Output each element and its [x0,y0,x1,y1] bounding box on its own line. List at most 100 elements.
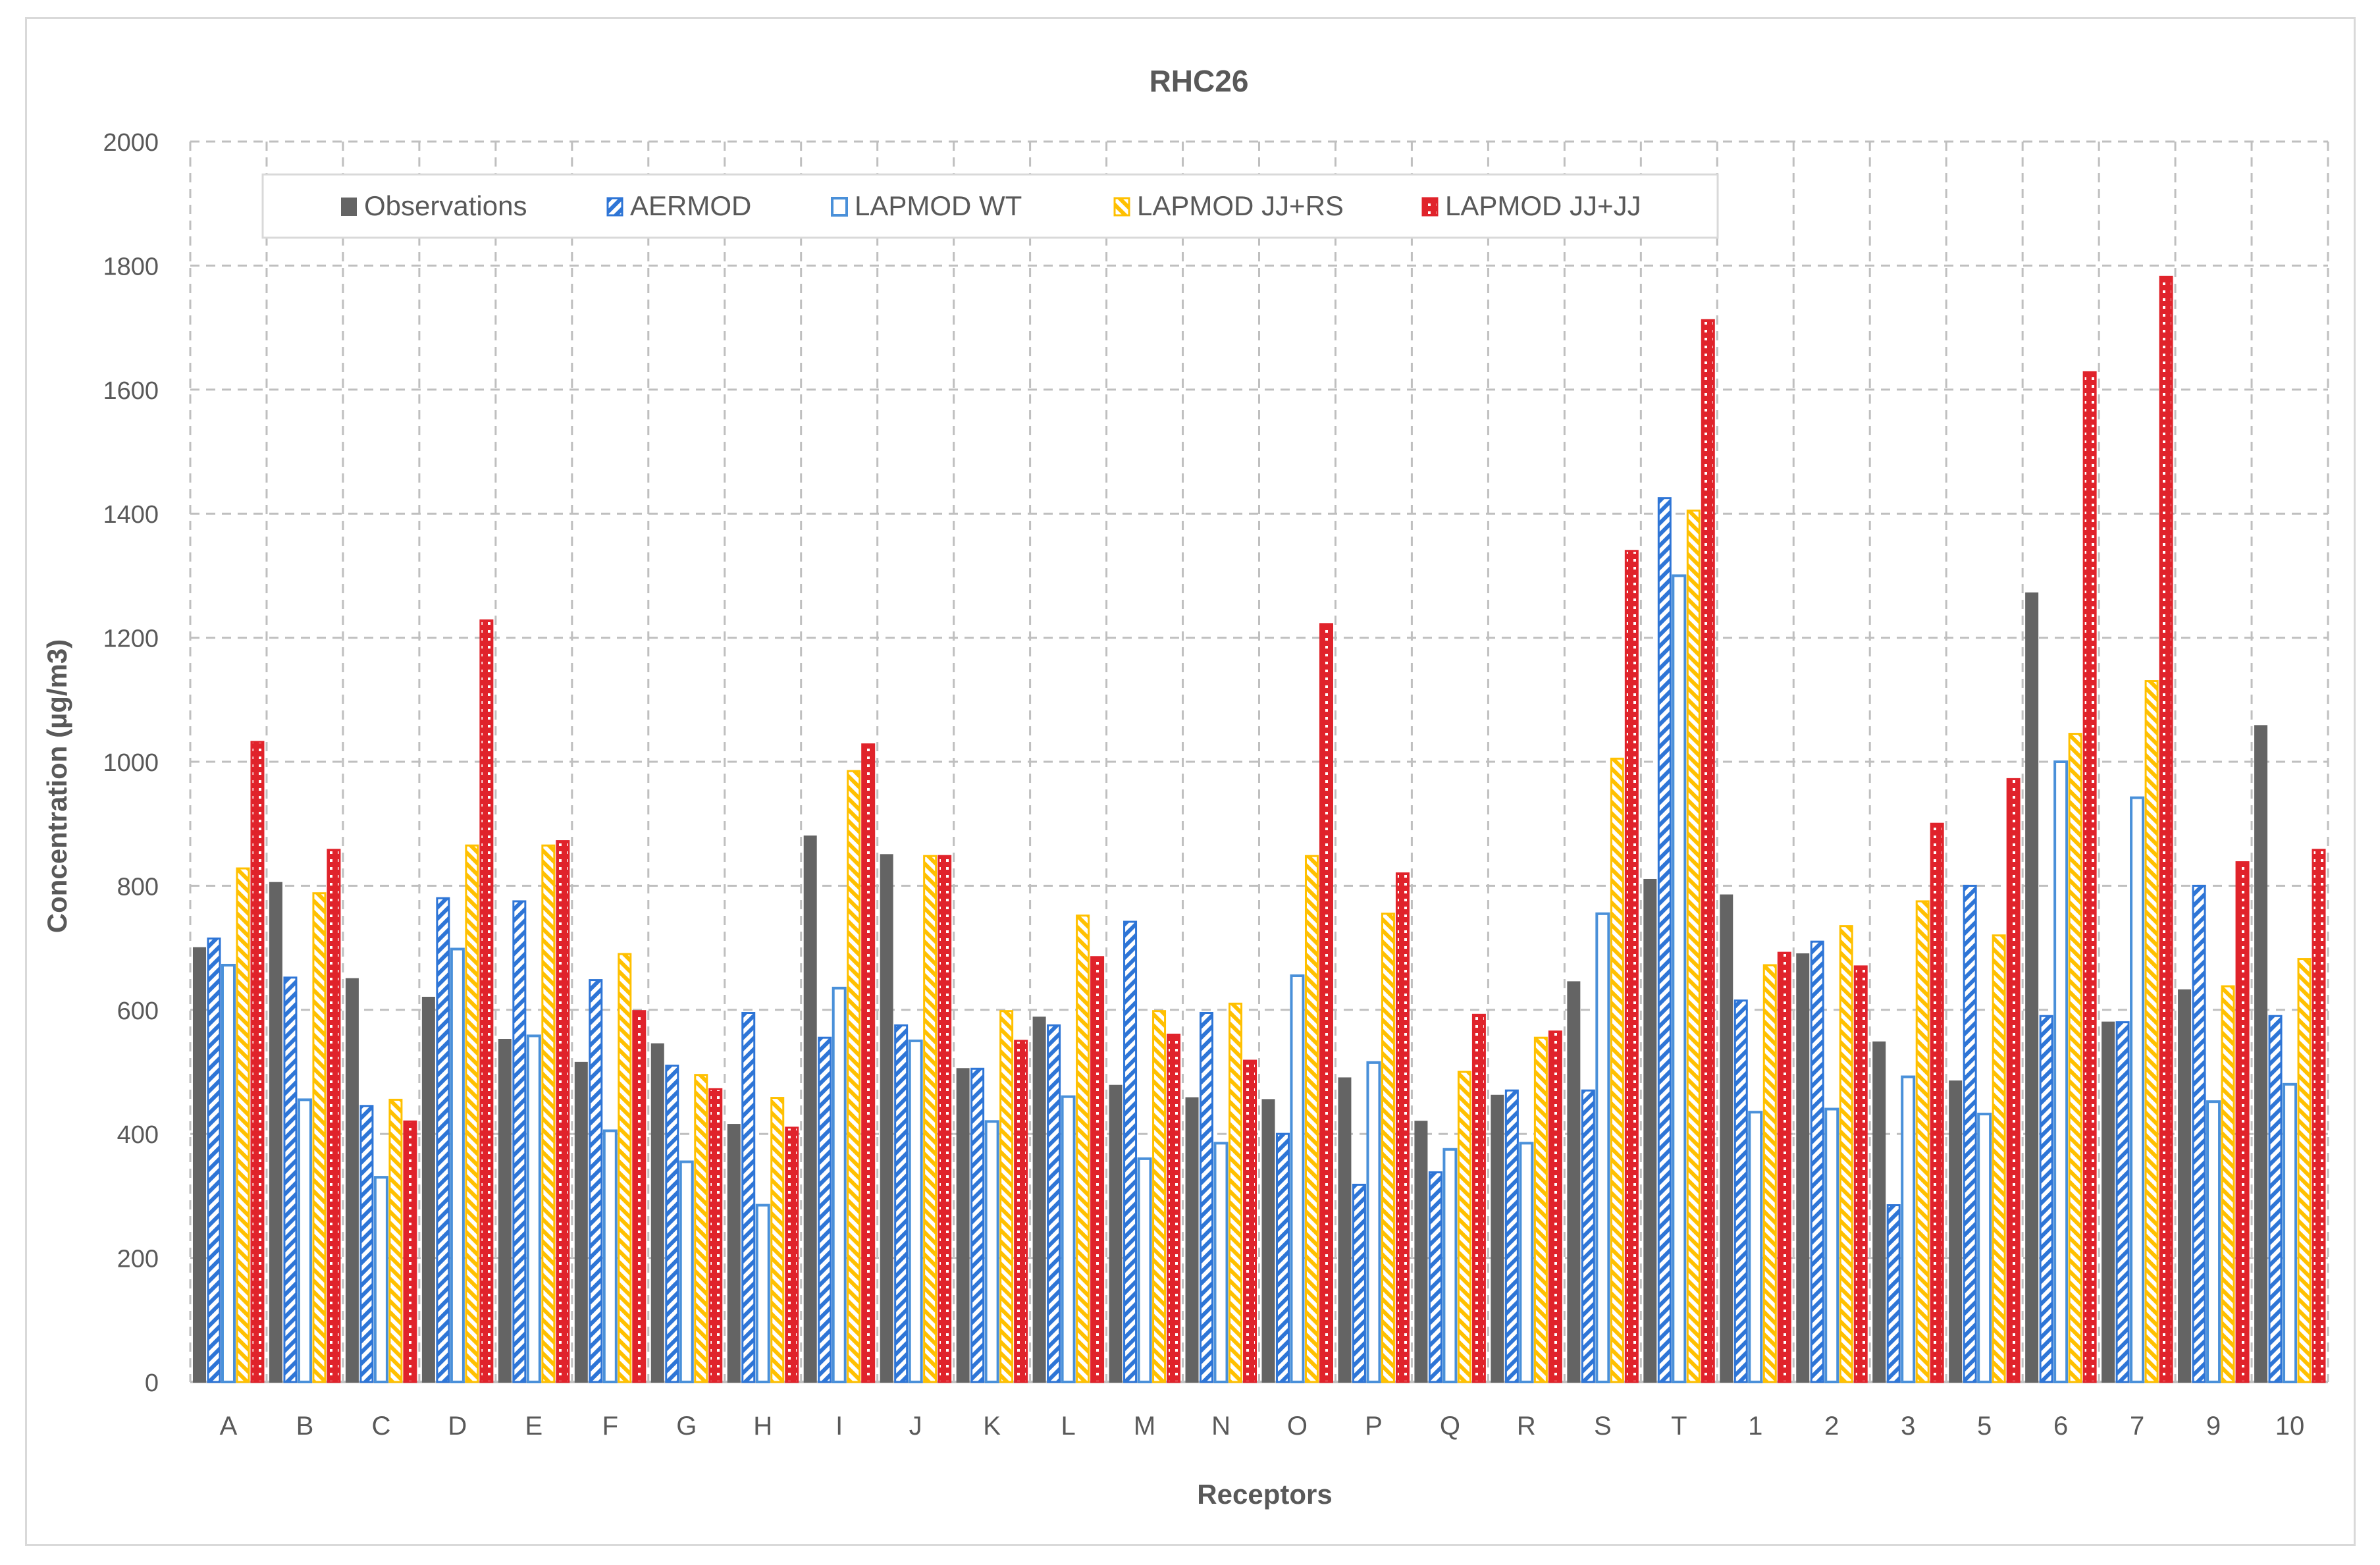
x-tick-label: 2 [1824,1412,1839,1441]
chart-frame: RHC26 0 200 400 600 800 1000 1200 1400 1600 1800 2… [25,17,2356,1546]
bar-observations-L [1032,1017,1046,1383]
bar-lapmod-jj-rs-G [694,1074,708,1383]
bar-lapmod-jj-jj-D [479,619,494,1383]
x-tick-label: B [296,1412,314,1441]
bar-aermod-5 [1963,884,1977,1383]
bar-lapmod-jj-jj-5 [2006,778,2021,1383]
bar-aermod-S [1581,1089,1595,1383]
x-tick-label: D [448,1412,467,1441]
bar-observations-5 [1949,1080,1963,1383]
bar-lapmod-wt-A [221,963,236,1383]
bar-lapmod-jj-rs-6 [2068,733,2082,1383]
bar-aermod-T [1657,497,1672,1383]
bar-lapmod-jj-jj-M [1167,1033,1181,1383]
bar-observations-1 [1720,894,1733,1383]
x-tick-label: C [371,1412,390,1441]
bar-lapmod-jj-rs-I [847,770,861,1383]
bar-lapmod-jj-rs-P [1381,913,1395,1383]
bar-observations-H [727,1124,741,1383]
bar-aermod-A [207,937,221,1383]
bar-lapmod-jj-jj-N [1243,1059,1257,1383]
bar-lapmod-jj-rs-S [1610,757,1624,1383]
x-tick-label: 7 [2130,1412,2144,1441]
y-tick-label: 400 [117,1121,159,1149]
bar-lapmod-jj-rs-D [465,844,479,1383]
y-tick-label: 1000 [103,749,159,777]
legend-label: Observations [364,190,527,221]
bar-lapmod-wt-H [755,1204,770,1384]
bar-aermod-J [894,1024,909,1383]
x-tick-label: 1 [1748,1412,1762,1441]
bar-lapmod-jj-jj-E [556,840,570,1383]
bar-aermod-10 [2268,1015,2283,1383]
x-tick-label: 9 [2206,1412,2221,1441]
bar-aermod-K [970,1067,985,1383]
bar-lapmod-jj-rs-7 [2144,680,2159,1383]
bar-aermod-E [512,900,527,1383]
bar-aermod-7 [2115,1021,2130,1383]
bar-aermod-L [1047,1024,1061,1383]
bar-aermod-F [589,979,603,1383]
bar-observations-J [880,854,893,1383]
x-tick-label: M [1134,1412,1155,1441]
bar-lapmod-jj-rs-5 [1992,934,2006,1383]
legend-item: Observations [341,190,527,221]
x-axis-ticks: A B C D E F G H I J K L M N O P Q R S T 1 2 3 5 6 7 9 10 [220,1412,2305,1441]
y-tick-label: 200 [117,1246,159,1273]
bar-lapmod-jj-jj-I [861,743,876,1383]
bar-observations-R [1491,1094,1504,1383]
x-tick-label: F [602,1412,618,1441]
legend-label: AERMOD [630,190,751,221]
bar-observations-F [574,1061,588,1383]
bar-chart: RHC26 0200400600800100012001400160018002… [41,64,2329,1510]
x-tick-label: N [1211,1412,1230,1441]
bar-aermod-D [436,897,450,1383]
legend-swatch [341,198,357,216]
x-tick-label: K [983,1412,1001,1441]
y-tick-label: 1600 [103,377,159,405]
x-tick-label: A [220,1412,238,1441]
bar-lapmod-jj-jj-10 [2312,849,2326,1383]
x-tick-label: E [525,1412,542,1441]
legend-label: LAPMOD JJ+RS [1137,190,1344,221]
bar-lapmod-jj-rs-E [541,844,556,1383]
bar-observations-3 [1872,1041,1886,1383]
bar-lapmod-jj-jj-O [1319,623,1333,1383]
x-axis-label: Receptors [1197,1479,1332,1510]
y-axis-label: Concentration (µg/m3) [41,639,72,934]
bar-lapmod-jj-rs-A [236,867,250,1383]
bar-lapmod-wt-R [1519,1142,1534,1383]
x-tick-label: J [909,1412,922,1441]
bar-lapmod-jj-rs-9 [2221,985,2235,1383]
bar-aermod-C [359,1105,374,1383]
bar-lapmod-wt-J [908,1039,923,1383]
bar-lapmod-jj-jj-1 [1777,951,1791,1383]
bar-lapmod-wt-7 [2130,796,2145,1383]
bar-lapmod-jj-rs-10 [2297,958,2312,1383]
bar-lapmod-jj-jj-G [708,1088,723,1383]
y-tick-label: 1800 [103,253,159,280]
y-tick-label: 0 [145,1369,159,1397]
bar-lapmod-jj-jj-B [327,849,341,1383]
bar-lapmod-wt-E [526,1034,541,1383]
bar-lapmod-jj-rs-F [618,953,632,1383]
bar-lapmod-wt-S [1595,912,1610,1384]
bar-lapmod-wt-6 [2053,760,2069,1383]
bar-lapmod-jj-jj-R [1548,1030,1562,1383]
bar-observations-10 [2254,725,2268,1383]
x-tick-label: P [1365,1412,1383,1441]
bar-observations-G [650,1043,664,1383]
bar-lapmod-jj-rs-L [1076,915,1090,1383]
bar-observations-K [956,1068,970,1383]
y-tick-label: 600 [117,997,159,1025]
bar-observations-O [1261,1099,1275,1383]
bar-lapmod-jj-jj-A [250,741,265,1383]
bar-lapmod-jj-jj-C [403,1120,417,1383]
bar-lapmod-jj-rs-H [770,1097,785,1383]
legend-item: LAPMOD WT [831,190,1022,221]
legend-swatch [831,197,848,217]
bar-observations-N [1185,1097,1199,1383]
bar-lapmod-wt-5 [1977,1113,1992,1384]
bar-lapmod-jj-rs-K [999,1010,1014,1383]
bar-lapmod-jj-rs-O [1304,855,1319,1383]
